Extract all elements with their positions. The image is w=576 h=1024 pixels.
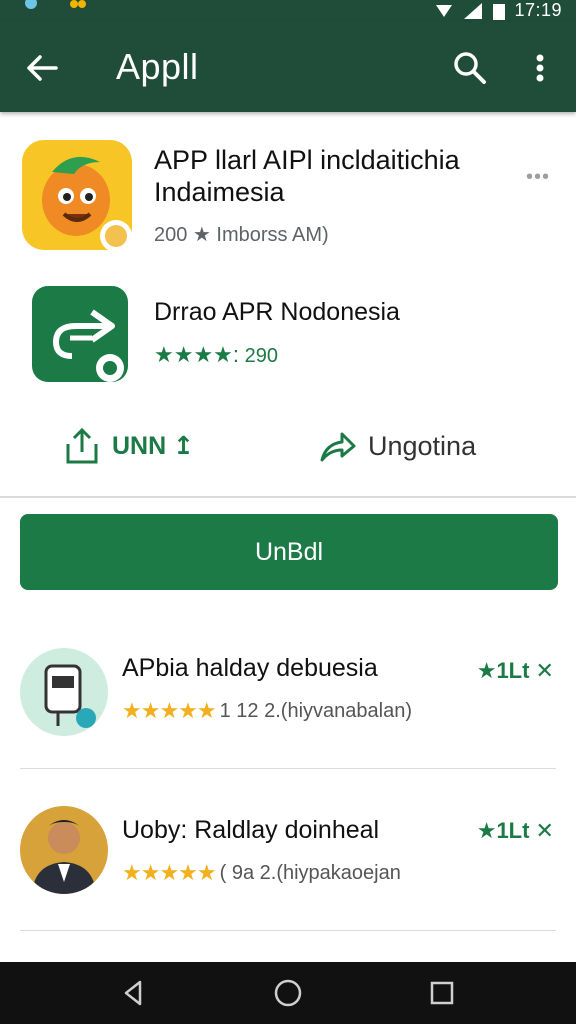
recents-nav-icon[interactable] <box>425 976 459 1010</box>
install-button[interactable]: UnBdl <box>20 514 558 590</box>
row-divider <box>20 768 556 769</box>
device-icon <box>44 664 96 728</box>
avatar <box>20 648 108 736</box>
app-title: Drrao APR Nodonesia <box>154 298 400 326</box>
forward-action[interactable]: Ungotina <box>318 426 476 466</box>
app-rating: ★★★★: 290 <box>154 342 278 368</box>
list-item[interactable]: Uoby: Raldlay doinheal ★★★★★ ( 9a 2.(hiy… <box>0 800 576 920</box>
list-item[interactable]: APbia halday debuesia ★★★★★ 1 12 2.(hiyv… <box>0 640 576 760</box>
list-item-meta: ★★★★★ ( 9a 2.(hiypakaoejan <box>122 860 401 886</box>
forward-label: Ungotina <box>368 430 477 461</box>
paw-icon <box>70 0 86 8</box>
app-bar: Appll <box>0 22 576 112</box>
app-title: APP llarl AIPl incldaitichia <box>154 145 460 175</box>
rating-stars: ★★★★★ <box>122 860 217 885</box>
search-icon[interactable] <box>450 48 490 88</box>
page-title: Appll <box>116 46 199 87</box>
person-avatar-icon <box>32 820 96 894</box>
list-item-title: APbia halday debuesia <box>122 654 378 682</box>
rating-count: 290 <box>244 345 278 367</box>
share-label: UNN ↥ <box>112 432 195 460</box>
battery-icon <box>493 3 506 20</box>
app-more-icon[interactable]: ••• <box>526 166 550 189</box>
list-item-badge[interactable]: ★1Lt ✕ <box>477 818 554 844</box>
share-icon <box>66 427 98 464</box>
mascot-icon <box>42 156 132 250</box>
share-arrows-icon <box>52 309 124 382</box>
share-action[interactable]: UNN ↥ <box>62 426 194 466</box>
list-item-title: Uoby: Raldlay doinheal <box>122 816 380 844</box>
list-item-meta: ★★★★★ 1 12 2.(hiyvanabalan) <box>122 698 412 724</box>
app-icon-mascot <box>22 140 132 250</box>
action-row: UNN ↥ Ungotina <box>0 412 576 482</box>
rating-stars: ★★★★★ <box>122 698 217 723</box>
wifi-icon <box>436 4 453 17</box>
avatar <box>20 806 108 894</box>
status-time: 17:19 <box>514 0 562 20</box>
app-card-1[interactable]: APP llarl AIPl incldaitichia Indaimesia … <box>0 130 576 260</box>
app-meta: 200 ★ Imborss AM) <box>154 224 329 246</box>
row-divider <box>20 930 556 931</box>
app-subtitle: Indaimesia <box>154 177 285 207</box>
app-card-2[interactable]: Drrao APR Nodonesia ★★★★: 290 <box>0 280 576 390</box>
forward-icon <box>320 432 356 462</box>
divider <box>0 496 576 498</box>
signal-icon <box>464 2 483 19</box>
home-nav-icon[interactable] <box>271 976 305 1010</box>
list-item-badge[interactable]: ★1Lt ✕ <box>477 658 554 684</box>
rating-stars: ★★★★: <box>154 342 240 367</box>
status-bar: 17:19 <box>0 0 576 22</box>
back-nav-icon[interactable] <box>116 976 150 1010</box>
list-item-detail: 1 12 2.(hiyvanabalan) <box>219 699 412 722</box>
overflow-menu-icon[interactable] <box>528 48 552 88</box>
notification-icon <box>25 0 37 9</box>
back-arrow-icon[interactable] <box>22 48 62 88</box>
system-nav-bar <box>0 962 576 1024</box>
app-icon-share <box>32 286 128 382</box>
list-item-detail: ( 9a 2.(hiypakaoejan <box>219 861 401 884</box>
